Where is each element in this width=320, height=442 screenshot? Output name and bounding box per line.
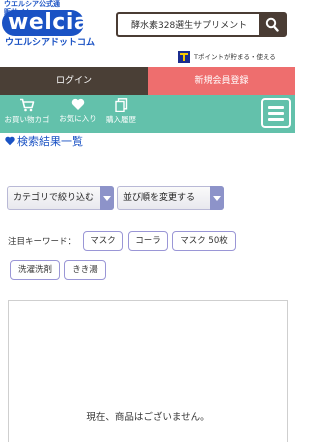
results-heading: 検索結果一覧 <box>5 135 83 149</box>
sort-order-dropdown[interactable]: 並び順を変更する <box>117 186 224 210</box>
search-input[interactable] <box>118 14 259 35</box>
logo-subtitle: ウエルシアドットコム <box>5 38 96 48</box>
heart-icon <box>71 98 85 110</box>
chevron-down-icon <box>210 186 224 210</box>
register-button[interactable]: 新規会員登録 <box>148 67 295 95</box>
search-box <box>116 12 287 37</box>
nav-item-favorites[interactable]: お気に入り <box>57 98 99 132</box>
nav-item-label: 購入履歴 <box>106 115 136 124</box>
results-list: 現在、商品はございません。 <box>8 300 288 442</box>
results-title: 検索結果一覧 <box>17 135 83 148</box>
nav-item-cart[interactable]: お買い物カゴ <box>3 98 51 132</box>
keyword-chip[interactable]: コーラ <box>128 231 168 251</box>
keyword-chip[interactable]: 洗濯洗剤 <box>10 260 60 280</box>
keyword-chip[interactable]: きき湯 <box>64 260 106 280</box>
chevron-down-icon <box>100 186 114 210</box>
auth-bar: ログイン 新規会員登録 <box>0 67 295 95</box>
nav-item-label: お気に入り <box>59 114 97 123</box>
menu-button[interactable] <box>261 98 291 128</box>
category-filter-dropdown[interactable]: カテゴリで絞り込む <box>7 186 114 210</box>
nav-bar: お買い物カゴ お気に入り 購入履歴 <box>0 95 295 133</box>
nav-item-history[interactable]: 購入履歴 <box>103 98 139 132</box>
tpoint-icon <box>178 51 190 63</box>
empty-message: 現在、商品はございません。 <box>86 412 210 423</box>
search-icon <box>265 17 279 32</box>
logo-brand: welcia <box>8 10 90 35</box>
heart-icon <box>5 136 15 146</box>
login-button[interactable]: ログイン <box>0 67 148 95</box>
keyword-chip[interactable]: マスク 50枚 <box>172 231 236 251</box>
keyword-chip[interactable]: マスク <box>83 231 123 251</box>
category-filter-label: カテゴリで絞り込む <box>13 193 95 203</box>
site-header: ウエルシア公式通販サイト welcia ウエルシアドットコム Tポイントが貯まる… <box>0 0 295 67</box>
sort-order-label: 並び順を変更する <box>123 193 196 203</box>
history-icon <box>114 98 127 112</box>
search-button[interactable] <box>259 14 285 35</box>
welcia-logo[interactable]: ウエルシア公式通販サイト welcia ウエルシアドットコム <box>2 0 95 48</box>
cart-icon <box>20 98 35 112</box>
keywords-label: 注目キーワード： <box>8 237 77 247</box>
nav-item-label: お買い物カゴ <box>4 115 50 124</box>
tpoint-text: Tポイントが貯まる・使える <box>194 53 276 61</box>
